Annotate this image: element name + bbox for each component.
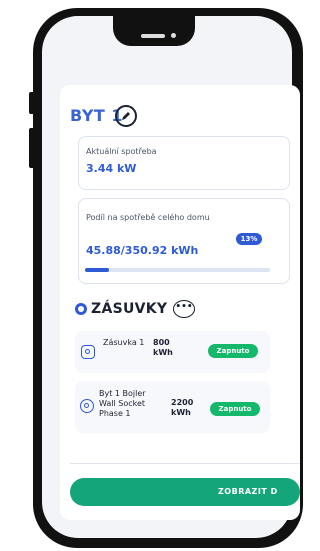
share-progress-bar xyxy=(85,268,270,272)
share-percent-badge: 13% xyxy=(236,233,262,245)
consumption-value: 3.44 kW xyxy=(86,162,137,175)
section-title: ZÁSUVKY xyxy=(91,301,168,317)
status-toggle[interactable]: Zapnuto xyxy=(208,344,258,358)
speaker-grille xyxy=(141,34,165,38)
socket-icon xyxy=(80,399,94,413)
socket-icon xyxy=(81,345,95,359)
socket-power: 2200 kWh xyxy=(171,398,194,417)
consumption-label: Aktuální spotřeba xyxy=(86,147,157,156)
pencil-icon xyxy=(122,112,130,120)
socket-name: Zásuvka 1 xyxy=(103,338,145,347)
share-value: 45.88/350.92 kWh xyxy=(86,244,199,257)
divider xyxy=(70,463,300,464)
socket-section-icon xyxy=(75,303,87,315)
show-details-button[interactable]: ZOBRAZIT D xyxy=(70,478,300,506)
more-options-button[interactable]: ••• xyxy=(173,300,195,318)
phone-notch xyxy=(113,16,195,46)
camera-dot xyxy=(171,33,176,38)
socket-name: Byt 1 Bojler Wall Socket Phase 1 xyxy=(99,389,146,418)
share-progress-fill xyxy=(85,268,110,272)
socket-power: 800 kWh xyxy=(153,338,173,357)
edit-button[interactable] xyxy=(115,105,137,127)
status-toggle[interactable]: Zapnuto xyxy=(210,402,260,416)
show-details-label: ZOBRAZIT D xyxy=(218,487,278,496)
share-label: Podíl na spotřebě celého domu xyxy=(86,213,210,222)
